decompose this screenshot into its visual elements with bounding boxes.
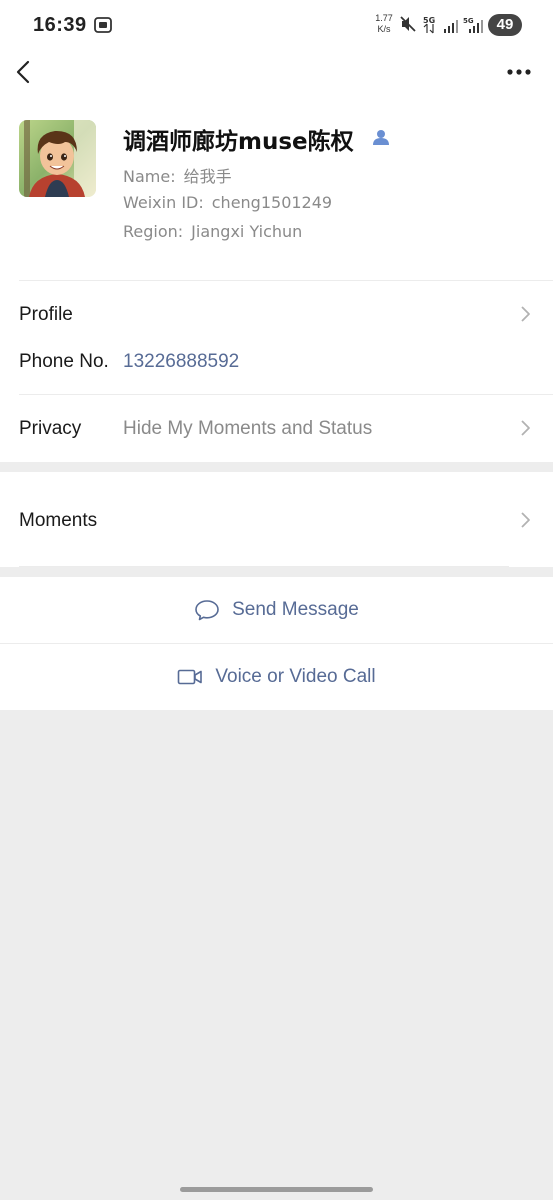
phone-label: Phone No. [19, 351, 109, 372]
status-bar: 16:39 1.77 K/s 5G 5G 49 [0, 0, 553, 50]
region-value: Jiangxi Yichun [191, 222, 303, 241]
name-line: Name: 给我手 [123, 163, 232, 187]
divider [19, 394, 553, 395]
mute-icon [400, 16, 416, 32]
cell-signal-icon: 5G [423, 16, 458, 34]
chevron-right-icon[interactable] [518, 418, 532, 438]
more-icon[interactable] [503, 60, 535, 84]
voice-video-call-button[interactable]: Voice or Video Call [0, 644, 553, 710]
phone-number-link[interactable]: 13226888592 [123, 351, 239, 373]
contact-person-icon [373, 130, 389, 145]
moments-label[interactable]: Moments [19, 510, 97, 532]
chevron-right-icon[interactable] [518, 510, 532, 530]
divider [19, 280, 553, 281]
network-speed-unit: K/s [377, 24, 391, 34]
video-camera-icon [178, 669, 203, 685]
profile-row-label[interactable]: Profile [19, 304, 73, 326]
signal2-label: 5G [463, 17, 474, 25]
region-label: Region: [123, 222, 184, 241]
screen-record-icon [94, 17, 112, 33]
moments-row[interactable]: Moments [0, 472, 553, 567]
send-message-label[interactable]: Send Message [232, 599, 359, 621]
actions-panel: Send Message Voice or Video Call [0, 577, 553, 710]
weixin-id-label: Weixin ID: [123, 193, 204, 212]
signal1-label: 5G [423, 16, 435, 25]
voice-video-call-label[interactable]: Voice or Video Call [215, 666, 375, 688]
network-speed: 1.77 K/s [372, 13, 396, 35]
status-time: 16:39 [33, 14, 87, 36]
privacy-label[interactable]: Privacy [19, 418, 81, 440]
display-name: 调酒师廊坊muse陈权 [123, 129, 354, 155]
weixin-id-line: Weixin ID: cheng1501249 [123, 193, 332, 212]
chat-bubble-icon [195, 600, 219, 621]
battery-indicator: 49 [488, 14, 522, 36]
avatar-image [19, 120, 96, 197]
home-indicator[interactable] [180, 1187, 373, 1192]
avatar[interactable] [19, 120, 96, 197]
chevron-right-icon[interactable] [518, 304, 532, 324]
back-icon[interactable] [10, 58, 38, 86]
send-message-button[interactable]: Send Message [0, 577, 553, 643]
name-label: Name: [123, 167, 176, 186]
weixin-id-value: cheng1501249 [211, 193, 333, 212]
network-speed-value: 1.77 [375, 13, 393, 23]
privacy-value[interactable]: Hide My Moments and Status [123, 418, 372, 440]
divider [19, 566, 509, 567]
cell-signal-2-icon: 5G [463, 17, 483, 33]
region-line: Region: Jiangxi Yichun [123, 222, 302, 241]
name-value: 给我手 [183, 167, 232, 186]
